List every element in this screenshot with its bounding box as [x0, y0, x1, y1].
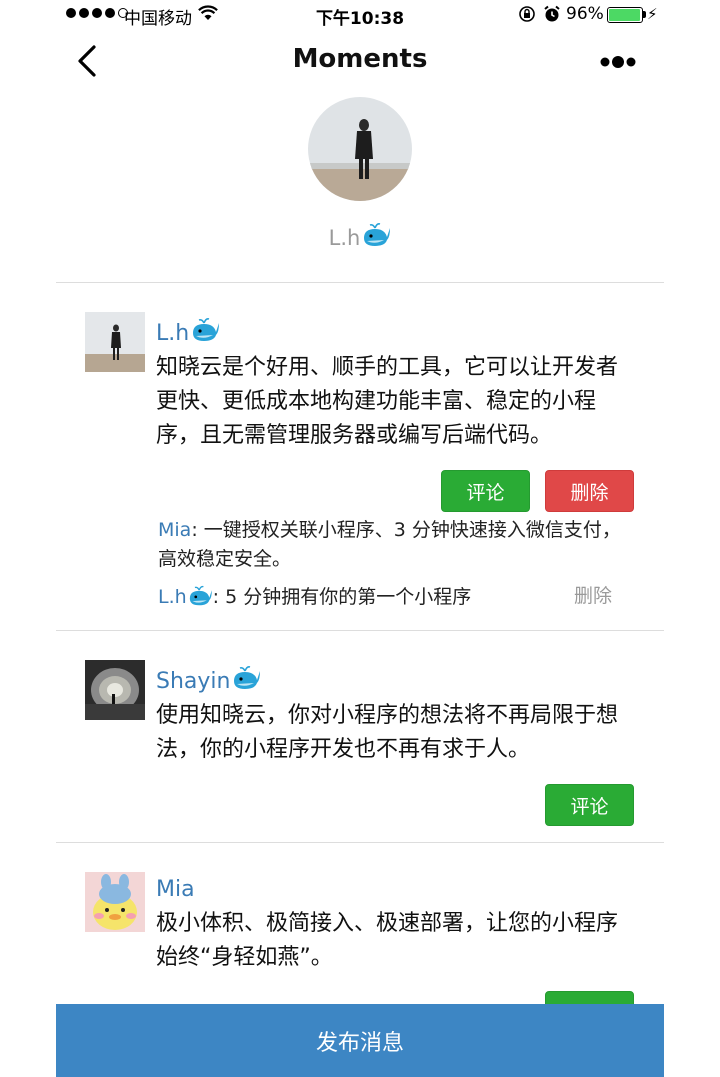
avatar[interactable] [85, 872, 145, 932]
comment-separator: : [212, 586, 226, 608]
comment-button-partial[interactable] [545, 991, 634, 1004]
header-divider [56, 282, 664, 283]
post-author-name: Mia [156, 877, 195, 902]
comment-item: Mia: 一键授权关联小程序、3 分钟快速接入微信支付，高效稳定安全。 [158, 516, 638, 574]
profile-name-text: L.h [328, 225, 361, 250]
post-card: Shayin 使用知晓云，你对小程序的想法将不再局限于想法，你的小程序开发也不再… [56, 631, 664, 843]
avatar[interactable] [85, 660, 145, 720]
profile-name: L.h [0, 222, 720, 253]
publish-button[interactable]: 发布消息 [56, 1004, 664, 1077]
profile-avatar[interactable] [308, 97, 412, 201]
whale-icon [231, 665, 261, 697]
battery-tip [643, 11, 646, 18]
more-button[interactable] [598, 50, 642, 74]
battery-icon [607, 7, 643, 23]
more-dots-icon [600, 56, 636, 68]
delete-button[interactable]: 删除 [545, 470, 634, 512]
post-card: Mia 极小体积、极简接入、极速部署，让您的小程序始终“身轻如燕”。 [56, 843, 664, 1004]
comment-delete-link[interactable]: 删除 [574, 581, 612, 608]
battery-percent: 96% [566, 4, 604, 24]
comment-item: L.h: 5 分钟拥有你的第一个小程序 [158, 583, 558, 616]
post-card: L.h 知晓云是个好用、顺手的工具，它可以让开发者更快、更低成本地构建功能丰富、… [56, 284, 664, 631]
comment-button[interactable]: 评论 [545, 784, 634, 826]
post-author-name: L.h [156, 320, 190, 346]
comment-author[interactable]: L.h [158, 585, 213, 608]
whale-icon [361, 222, 391, 253]
post-content: 知晓云是个好用、顺手的工具，它可以让开发者更快、更低成本地构建功能丰富、稳定的小… [156, 355, 619, 448]
comment-button[interactable]: 评论 [441, 470, 530, 512]
comment-separator: : [191, 519, 204, 541]
post-author[interactable]: Shayin [156, 665, 261, 697]
post-author[interactable]: Mia [156, 877, 195, 902]
whale-icon [187, 585, 213, 616]
post-author[interactable]: L.h [156, 317, 220, 349]
post-author-name: Shayin [156, 668, 231, 694]
whale-icon [190, 317, 220, 349]
charging-bolt-icon: ⚡ [647, 5, 658, 23]
comment-author-name: L.h [158, 586, 187, 608]
alarm-icon [543, 5, 561, 28]
nav-bar: Moments [0, 30, 720, 90]
post-content: 极小体积、极简接入、极速部署，让您的小程序始终“身轻如燕”。 [156, 911, 619, 970]
status-bar: 中国移动 下午10:38 96% ⚡ [0, 0, 720, 30]
comment-text: 一键授权关联小程序、3 分钟快速接入微信支付，高效稳定安全。 [158, 519, 621, 570]
orientation-lock-icon [518, 5, 536, 28]
comment-text: 5 分钟拥有你的第一个小程序 [225, 586, 472, 608]
comment-author[interactable]: Mia [158, 519, 191, 541]
avatar[interactable] [85, 312, 145, 372]
post-content: 使用知晓云，你对小程序的想法将不再局限于想法，你的小程序开发也不再有求于人。 [156, 703, 619, 762]
